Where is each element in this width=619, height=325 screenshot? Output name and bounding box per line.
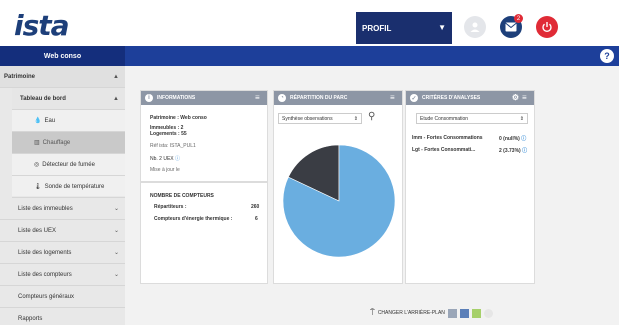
compteurs-title: NOMBRE DE COMPTEURS: [150, 193, 214, 199]
app-header: ista PROFIL ▼ 2: [0, 0, 619, 46]
uex-label: Nb. 2 UEX: [150, 156, 174, 162]
sidebar-item-compteurs-generaux[interactable]: Compteurs généraux: [0, 286, 125, 308]
select-value: Etude Consommation: [420, 115, 469, 122]
chevron-down-icon: ⌄: [113, 250, 119, 256]
ista-logo[interactable]: ista: [14, 9, 70, 42]
caret-down-icon: ▼: [438, 23, 446, 32]
swatch-green[interactable]: [471, 308, 481, 318]
critere-row-label[interactable]: Imm - Fortes Consommations: [412, 135, 483, 141]
sidebar-item-sonde-temperature[interactable]: 🌡 Sonde de température: [12, 176, 125, 198]
sidebar-item-label: Liste des compteurs: [18, 271, 72, 278]
sidebar: Patrimoine ▲ Tableau de bord ▲ 💧 Eau ▥ C…: [0, 66, 125, 325]
change-background-label[interactable]: CHANGER L'ARRIÈRE-PLAN: [378, 310, 445, 316]
panel-title: RÉPARTITION DU PARC: [290, 95, 348, 101]
help-icon[interactable]: ?: [600, 49, 614, 63]
chevron-down-icon: ⌄: [113, 228, 119, 234]
sidebar-item-liste-compteurs[interactable]: Liste des compteurs ⌄: [0, 264, 125, 286]
profile-dropdown[interactable]: PROFIL ▼: [356, 12, 452, 44]
profile-label: PROFIL: [362, 23, 392, 33]
sidebar-item-label: Tableau de bord: [20, 95, 66, 102]
critere-row-value: 0 (null%) ⓘ: [499, 135, 526, 142]
logements-text: Logements : 55: [150, 131, 187, 137]
sidebar-item-label: Liste des UEX: [18, 227, 57, 234]
criteres-panel: ✓ CRITÈRES D'ANALYSES ⚙ ≡ Etude Consomma…: [405, 90, 535, 284]
chevron-updown-icon: ⇕: [519, 115, 524, 122]
app-name[interactable]: Web conso: [0, 46, 125, 66]
user-icon[interactable]: [464, 16, 486, 38]
critere-row-label[interactable]: Lgt - Fortes Consommati...: [412, 147, 475, 153]
compteurs-panel: NOMBRE DE COMPTEURS Répartiteurs : 260 C…: [140, 182, 268, 284]
critere-value: 2 (3.73%): [499, 148, 521, 154]
sidebar-item-label: Chauffage: [42, 139, 71, 146]
select-value: Synthèse observations: [282, 115, 333, 122]
menu-icon[interactable]: ≡: [255, 94, 263, 102]
sidebar-item-chauffage[interactable]: ▥ Chauffage: [12, 132, 125, 154]
repartition-header: ◔ RÉPARTITION DU PARC ≡: [274, 91, 402, 105]
profile-bar: PROFIL ▼ 2: [356, 12, 618, 44]
sidebar-item-label: Sonde de température: [44, 183, 105, 190]
chevron-updown-icon: ⇕: [353, 115, 358, 122]
repartition-select[interactable]: Synthèse observations ⇕: [278, 113, 362, 124]
swatch-clear[interactable]: [483, 308, 493, 318]
uex-text: Nb. 2 UEX ⓘ: [150, 155, 180, 162]
menu-icon[interactable]: ≡: [390, 94, 398, 102]
swatch-blue[interactable]: [459, 308, 469, 318]
sidebar-item-liste-logements[interactable]: Liste des logements ⌄: [0, 242, 125, 264]
critere-row-value: 2 (3.73%) ⓘ: [499, 147, 527, 154]
paint-roller-icon: ⍑: [370, 308, 375, 317]
energie-value: 6: [255, 216, 258, 222]
gear-icon[interactable]: ⚙: [512, 93, 519, 102]
heating-icon: ▥: [34, 140, 40, 146]
repartiteurs-value: 260: [251, 204, 260, 210]
power-icon[interactable]: [536, 16, 558, 38]
sidebar-item-eau[interactable]: 💧 Eau: [12, 110, 125, 132]
mail-badge: 2: [514, 14, 523, 23]
sidebar-item-label: Compteurs généraux: [18, 293, 75, 300]
chevron-down-icon: ⌄: [113, 206, 119, 212]
chevron-up-icon: ▲: [113, 73, 119, 80]
repartition-panel: ◔ RÉPARTITION DU PARC ≡ Synthèse observa…: [273, 90, 403, 284]
info-icon: i: [145, 94, 153, 102]
chevron-down-icon: ⌄: [113, 272, 119, 278]
ref-text: Réf ista: ISTA_PUL1: [150, 143, 196, 149]
info-circle-icon[interactable]: ⓘ: [175, 156, 180, 162]
informations-header: i INFORMATIONS ≡: [141, 91, 267, 105]
panel-title: INFORMATIONS: [157, 95, 196, 101]
info-circle-icon[interactable]: ⓘ: [521, 136, 526, 142]
search-icon[interactable]: ⚲: [368, 111, 375, 122]
smoke-detector-icon: ◎: [34, 162, 40, 168]
sidebar-item-liste-uex[interactable]: Liste des UEX ⌄: [0, 220, 125, 242]
sidebar-item-label: Rapports: [18, 316, 43, 322]
patrimoine-text: Patrimoine : Web conso: [150, 115, 207, 121]
informations-panel: i INFORMATIONS ≡ Patrimoine : Web conso …: [140, 90, 268, 182]
top-nav-bar: Web conso ?: [0, 46, 619, 66]
critere-value: 0 (null%): [499, 136, 520, 142]
maj-text: Mise à jour le: [150, 167, 180, 173]
sidebar-item-detecteur-fumee[interactable]: ◎ Détecteur de fumée: [12, 154, 125, 176]
menu-icon[interactable]: ≡: [522, 94, 530, 102]
chevron-up-icon: ▲: [113, 95, 119, 102]
sidebar-item-tableau-de-bord[interactable]: Tableau de bord ▲: [12, 88, 125, 110]
sidebar-item-label: Eau: [44, 117, 56, 124]
background-changer: ⍑ CHANGER L'ARRIÈRE-PLAN: [370, 306, 520, 320]
info-circle-icon[interactable]: ⓘ: [522, 148, 527, 154]
sidebar-item-rapports[interactable]: Rapports: [0, 308, 125, 325]
sidebar-item-label: Patrimoine: [4, 73, 36, 80]
criteres-header: ✓ CRITÈRES D'ANALYSES ⚙ ≡: [406, 91, 534, 105]
pie-chart: [282, 144, 396, 258]
thermometer-icon: 🌡: [34, 184, 42, 190]
check-icon: ✓: [410, 94, 418, 102]
sidebar-item-label: Liste des immeubles: [18, 205, 73, 212]
sidebar-item-label: Détecteur de fumée: [42, 161, 95, 168]
repartiteurs-label: Répartiteurs :: [154, 204, 187, 210]
swatch-grey[interactable]: [447, 308, 457, 318]
panel-title: CRITÈRES D'ANALYSES: [422, 95, 481, 101]
energie-label: Compteurs d'énergie thermique :: [154, 216, 233, 222]
sidebar-item-label: Liste des logements: [18, 249, 72, 256]
water-drop-icon: 💧: [34, 118, 42, 124]
sidebar-item-patrimoine[interactable]: Patrimoine ▲: [0, 66, 125, 88]
criteres-select[interactable]: Etude Consommation ⇕: [416, 113, 528, 124]
sidebar-item-liste-immeubles[interactable]: Liste des immeubles ⌄: [0, 198, 125, 220]
pie-chart-icon: ◔: [278, 94, 286, 102]
